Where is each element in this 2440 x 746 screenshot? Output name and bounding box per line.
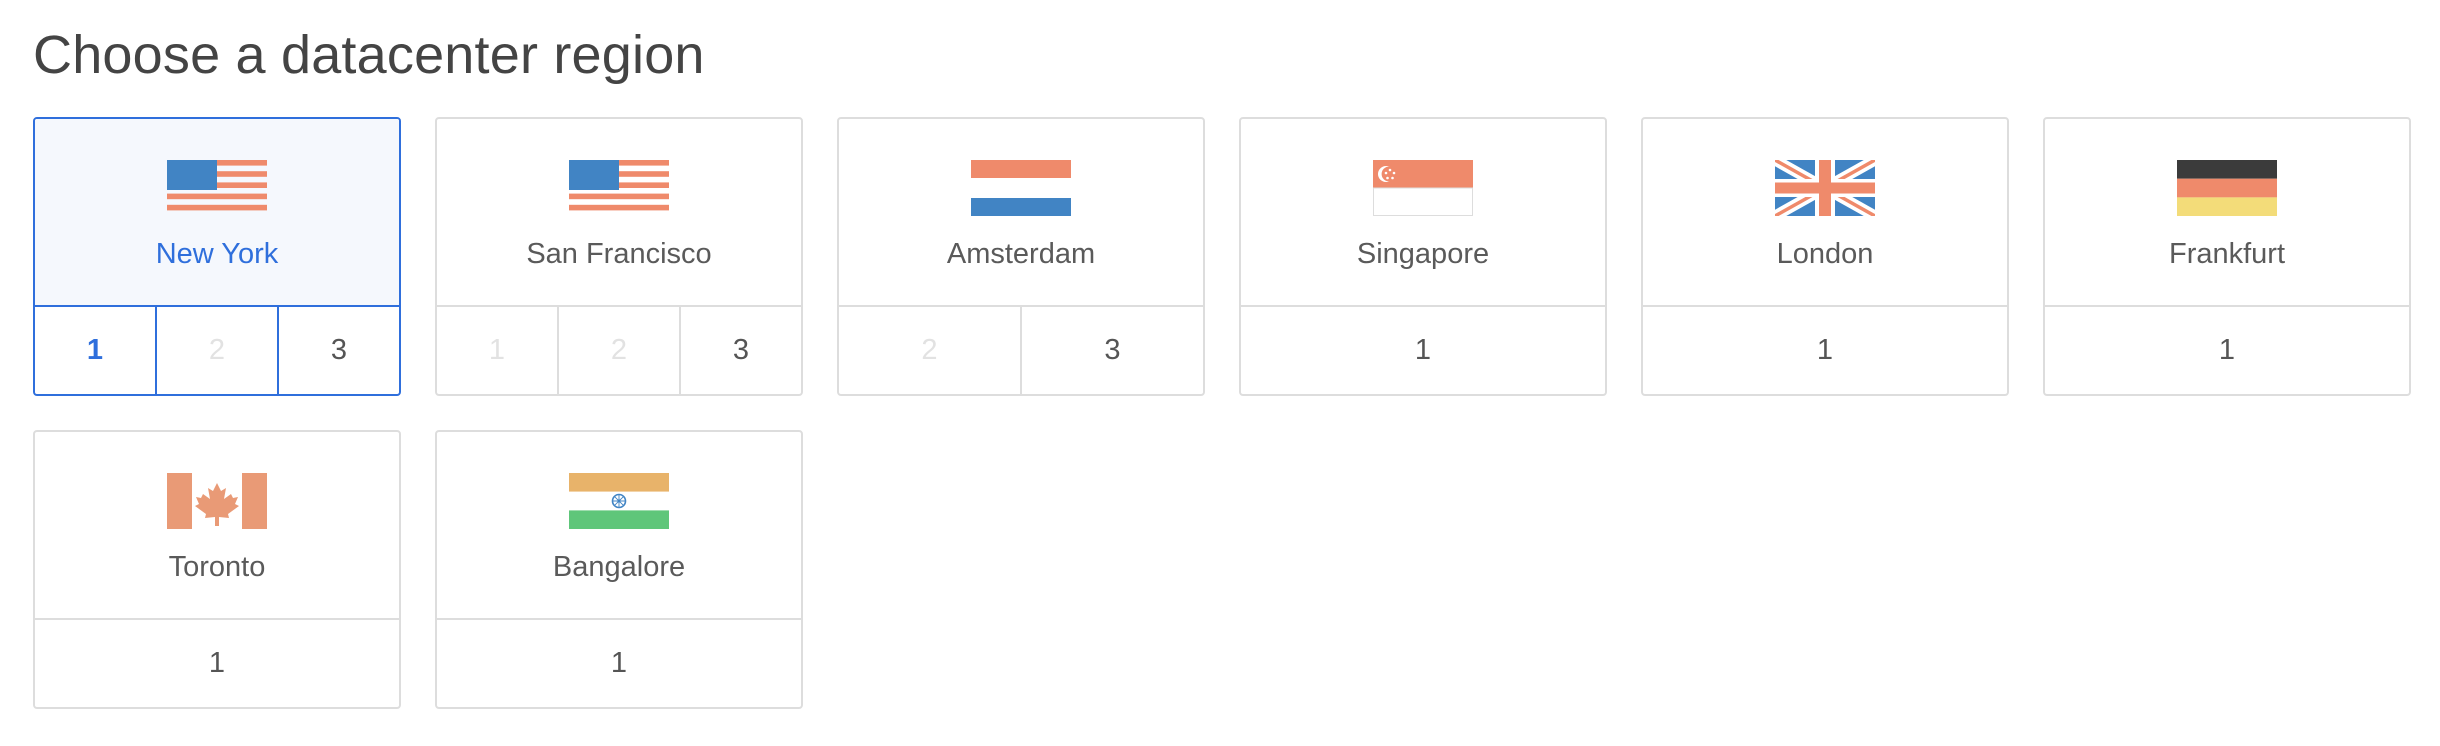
germany-flag-icon (2177, 160, 2277, 216)
usa-flag-icon (569, 160, 669, 211)
region-card-bangalore[interactable]: Bangalore 1 (435, 430, 803, 709)
region-grid: New York 1 2 3 San Francisco 1 2 3 Amste… (33, 117, 2411, 709)
india-flag-icon (569, 473, 669, 529)
datacenter-selector: 1 (2045, 307, 2409, 394)
region-card-header[interactable]: New York (35, 119, 399, 307)
page-title: Choose a datacenter region (33, 25, 705, 85)
region-card-amsterdam[interactable]: Amsterdam 2 3 (837, 117, 1205, 396)
region-name: Toronto (168, 551, 266, 583)
datacenter-selector: 1 (35, 620, 399, 707)
region-name: San Francisco (526, 238, 712, 270)
datacenter-option[interactable]: 3 (277, 307, 399, 394)
region-card-header[interactable]: Toronto (35, 432, 399, 620)
region-card-header[interactable]: Bangalore (437, 432, 801, 620)
datacenter-option: 1 (488, 334, 506, 366)
singapore-flag-icon (1373, 160, 1473, 216)
datacenter-selector: 1 (1643, 307, 2007, 394)
datacenter-option[interactable]: 1 (35, 620, 399, 707)
region-card-header[interactable]: Frankfurt (2045, 119, 2409, 307)
datacenter-option: 2 (921, 334, 938, 366)
datacenter-selector: 1 2 3 (437, 307, 801, 394)
datacenter-option[interactable]: 3 (679, 307, 801, 394)
datacenter-option: 2 (557, 307, 679, 394)
datacenter-option[interactable]: 1 (1643, 307, 2007, 394)
usa-flag-icon (167, 160, 267, 211)
datacenter-option: 2 (155, 307, 277, 394)
datacenter-option[interactable]: 1 (2045, 307, 2409, 394)
region-name: Singapore (1356, 238, 1490, 270)
region-card-new-york[interactable]: New York 1 2 3 (33, 117, 401, 396)
datacenter-option[interactable]: 1 (35, 307, 155, 394)
region-name: New York (155, 238, 279, 270)
region-card-toronto[interactable]: Toronto 1 (33, 430, 401, 709)
region-card-header[interactable]: San Francisco (437, 119, 801, 307)
datacenter-selector: 1 (1241, 307, 1605, 394)
datacenter-option[interactable]: 1 (1241, 307, 1605, 394)
datacenter-option[interactable]: 3 (1020, 307, 1203, 394)
region-card-header[interactable]: Amsterdam (839, 119, 1203, 307)
region-name: London (1776, 238, 1874, 270)
region-card-san-francisco[interactable]: San Francisco 1 2 3 (435, 117, 803, 396)
region-name: Frankfurt (2168, 238, 2286, 270)
datacenter-option[interactable]: 1 (437, 620, 801, 707)
datacenter-selector: 2 3 (839, 307, 1203, 394)
canada-flag-icon (167, 473, 267, 529)
netherlands-flag-icon (971, 160, 1071, 216)
datacenter-selector: 1 (437, 620, 801, 707)
uk-flag-icon (1775, 160, 1875, 216)
region-name: Bangalore (552, 551, 686, 583)
region-card-singapore[interactable]: Singapore 1 (1239, 117, 1607, 396)
region-card-frankfurt[interactable]: Frankfurt 1 (2043, 117, 2411, 396)
region-card-london[interactable]: London 1 (1641, 117, 2009, 396)
region-card-header[interactable]: Singapore (1241, 119, 1605, 307)
region-name: Amsterdam (946, 238, 1096, 270)
region-card-header[interactable]: London (1643, 119, 2007, 307)
datacenter-selector: 1 2 3 (35, 307, 399, 394)
